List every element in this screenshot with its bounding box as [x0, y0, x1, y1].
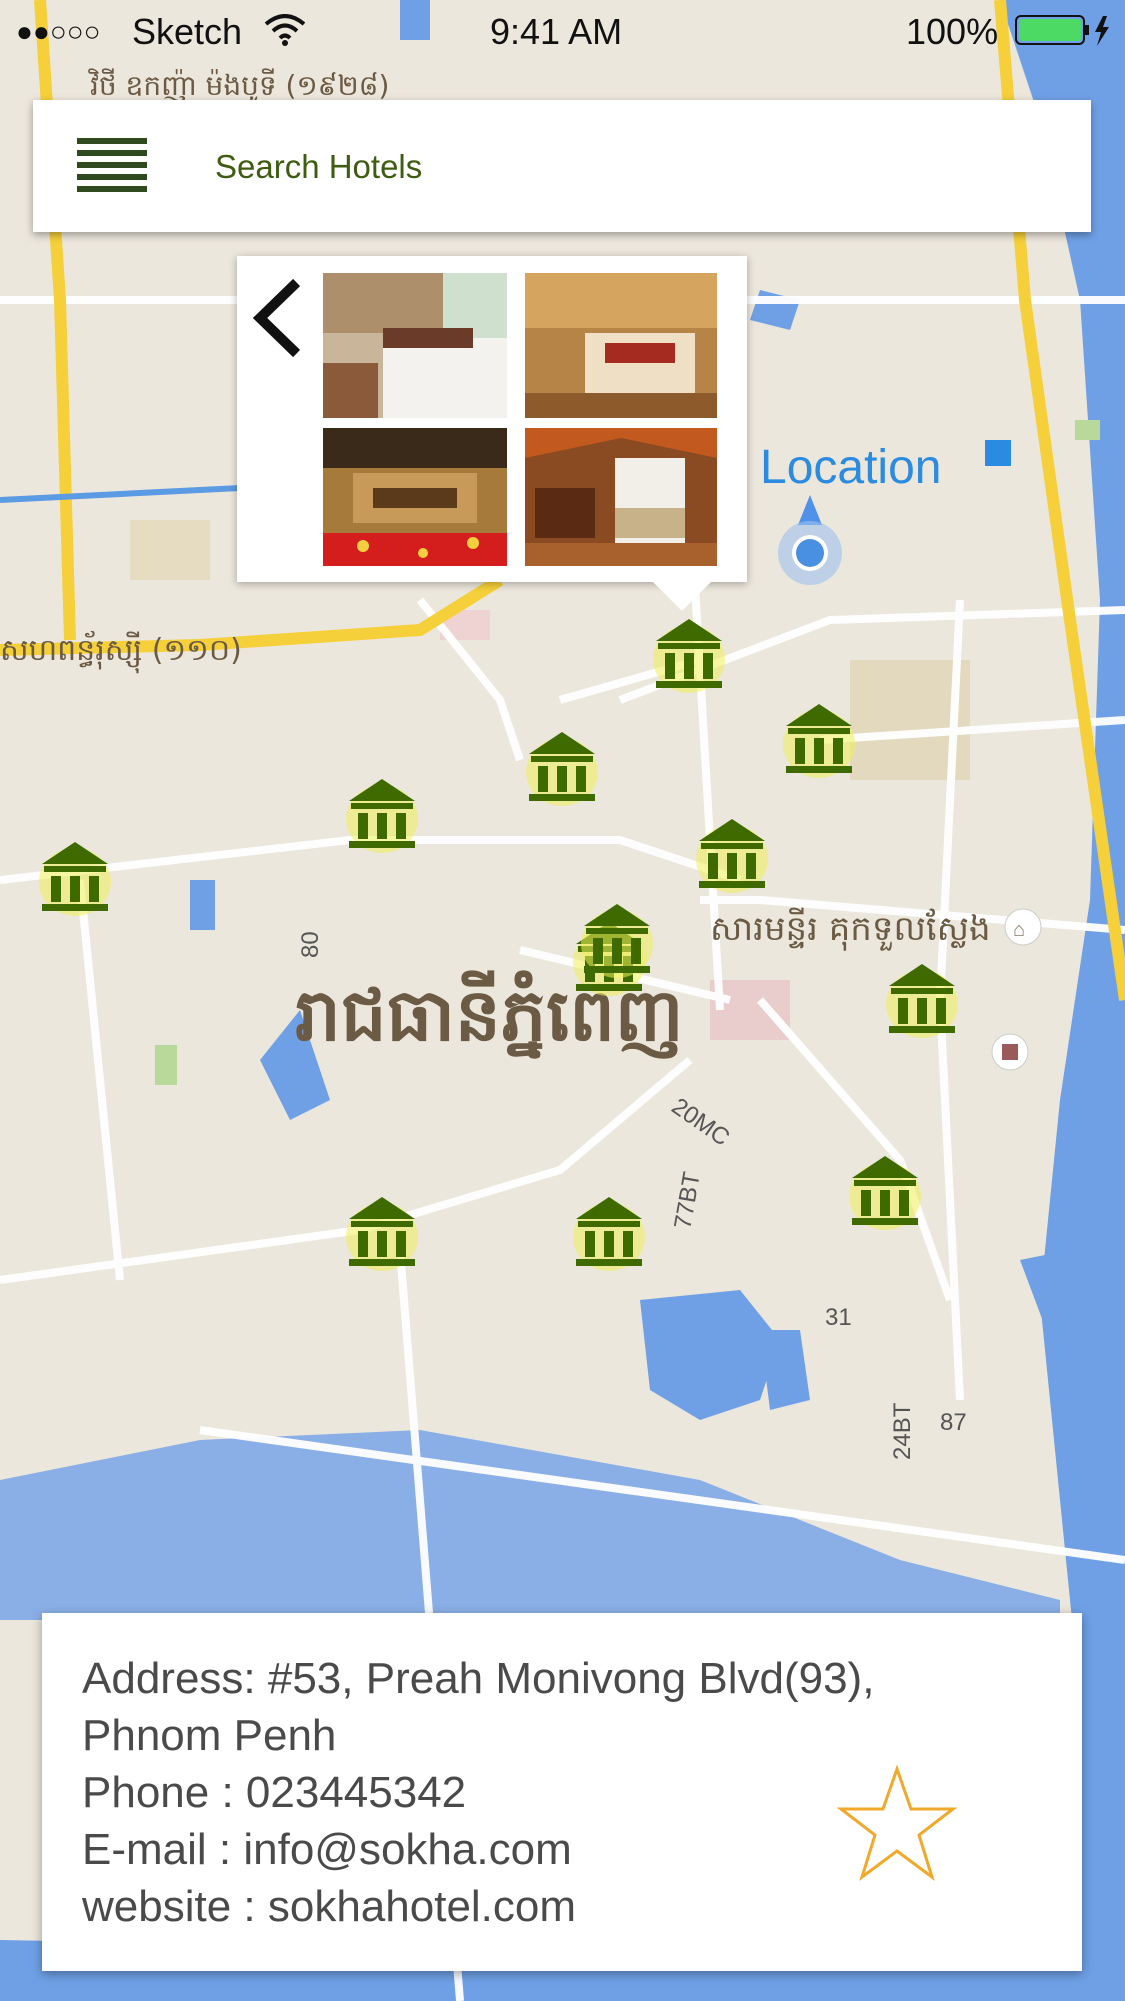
hotel-photo-2[interactable] [525, 273, 717, 418]
hotel-pin-icon[interactable] [345, 775, 419, 855]
battery-percent: 100% [906, 11, 999, 52]
svg-text:⌂: ⌂ [1013, 919, 1025, 941]
hotel-photo-1[interactable] [323, 273, 507, 418]
hotel-pin-icon[interactable] [580, 900, 654, 980]
hotel-pin-icon[interactable] [572, 1193, 646, 1273]
star-outline-icon[interactable] [837, 1763, 957, 1883]
hotel-pin-icon[interactable] [38, 838, 112, 918]
hotel-info-card: Address: #53, Preah Monivong Blvd(93), P… [42, 1613, 1082, 1971]
search-input[interactable] [213, 140, 1037, 194]
hotel-pin-icon[interactable] [848, 1152, 922, 1232]
svg-text:31: 31 [825, 1304, 852, 1331]
street-label-top: វិថី ឧកញ៉ា ម៉ងបូទី (១៩២៨) [88, 68, 390, 104]
wifi-icon [264, 14, 306, 46]
svg-text:24BT: 24BT [889, 1402, 916, 1460]
hotel-pin-icon[interactable] [782, 700, 856, 780]
website-text: website : sokhahotel.com [82, 1882, 577, 1931]
search-bar [33, 100, 1091, 232]
battery-icon [1015, 15, 1109, 46]
hotel-photo-3[interactable] [323, 428, 507, 566]
clock: 9:41 AM [490, 11, 623, 52]
email-text: E-mail : info@sokha.com [82, 1825, 572, 1874]
hotel-pin-icon[interactable] [652, 615, 726, 695]
hotel-pin-icon[interactable] [885, 960, 959, 1040]
hotel-pin-icon[interactable] [345, 1193, 419, 1273]
carrier-name: Sketch [132, 11, 243, 52]
signal-strength: ●●○○○ [16, 16, 101, 47]
gallery-pointer [652, 581, 712, 611]
hotel-pin-icon[interactable] [695, 815, 769, 895]
hotel-photo-4[interactable] [525, 428, 717, 566]
svg-text:87: 87 [940, 1409, 967, 1436]
chevron-left-icon[interactable] [245, 276, 305, 366]
hotel-gallery-popup [237, 256, 747, 582]
address-line-2: Phnom Penh [82, 1711, 337, 1760]
phone-text: Phone : 023445342 [82, 1768, 467, 1817]
hamburger-menu-icon[interactable] [77, 138, 147, 194]
hotel-pin-icon[interactable] [525, 728, 599, 808]
current-location-marker[interactable] [770, 495, 850, 595]
landmark-label: សារមន្ទីរ គុកទួលស្លែង [710, 907, 991, 951]
status-bar: ●●○○○ Sketch 9:41 AM 100% [0, 0, 1125, 66]
address-line-1: Address: #53, Preah Monivong Blvd(93), [82, 1654, 875, 1703]
location-label: Location [760, 441, 942, 494]
street-label-left: សហពន្ធ័រុស្ស៊ី (១១០) [0, 630, 242, 674]
svg-text:80: 80 [297, 931, 324, 958]
